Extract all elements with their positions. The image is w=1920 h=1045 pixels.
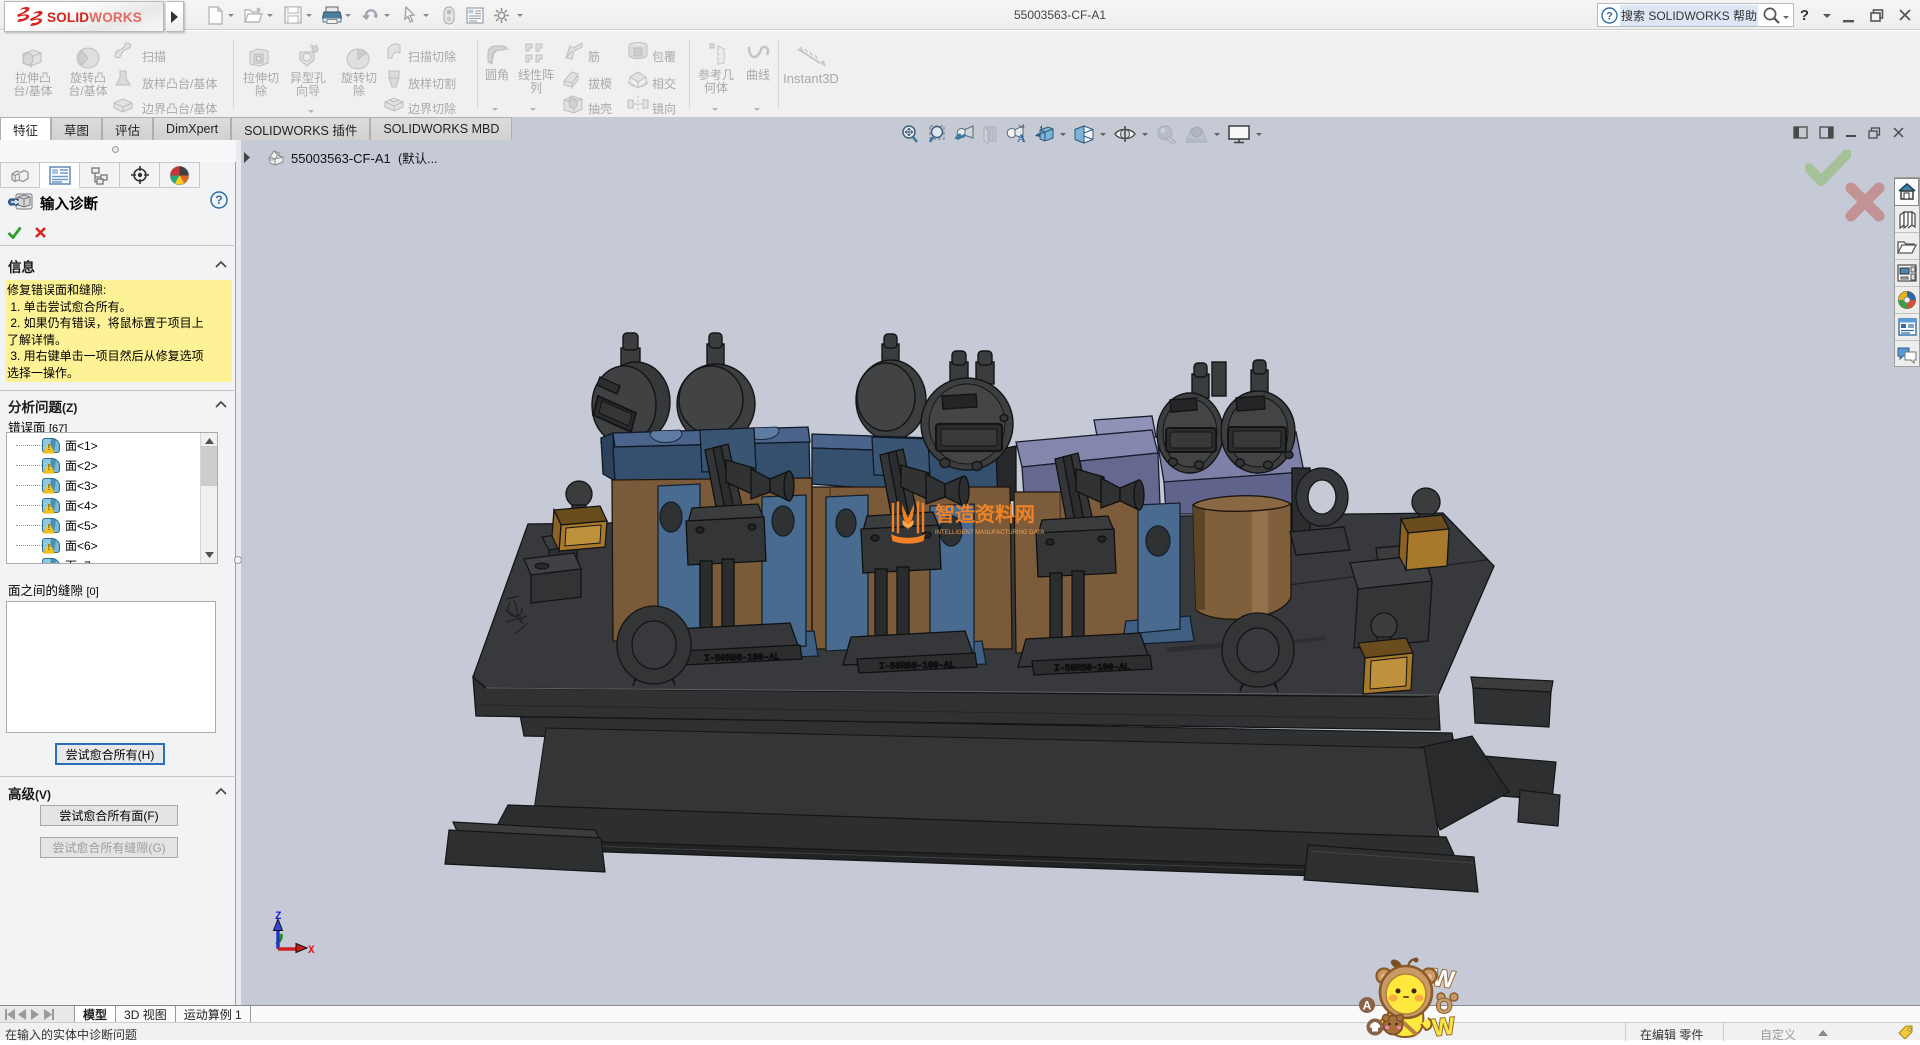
svg-text:W: W: [1431, 1013, 1457, 1040]
svg-text:A: A: [1363, 999, 1372, 1013]
svg-text:X: X: [308, 945, 315, 956]
svg-text:I-50R50-100-AL: I-50R50-100-AL: [704, 652, 780, 663]
svg-text:SOLIDWORKS: SOLIDWORKS: [47, 10, 142, 25]
svg-text:I-50R50-100-AL: I-50R50-100-AL: [1054, 662, 1130, 673]
svg-text:I-50R50-100-AL: I-50R50-100-AL: [879, 660, 955, 671]
svg-text:?: ?: [215, 193, 222, 207]
svg-text:?: ?: [1606, 10, 1613, 22]
